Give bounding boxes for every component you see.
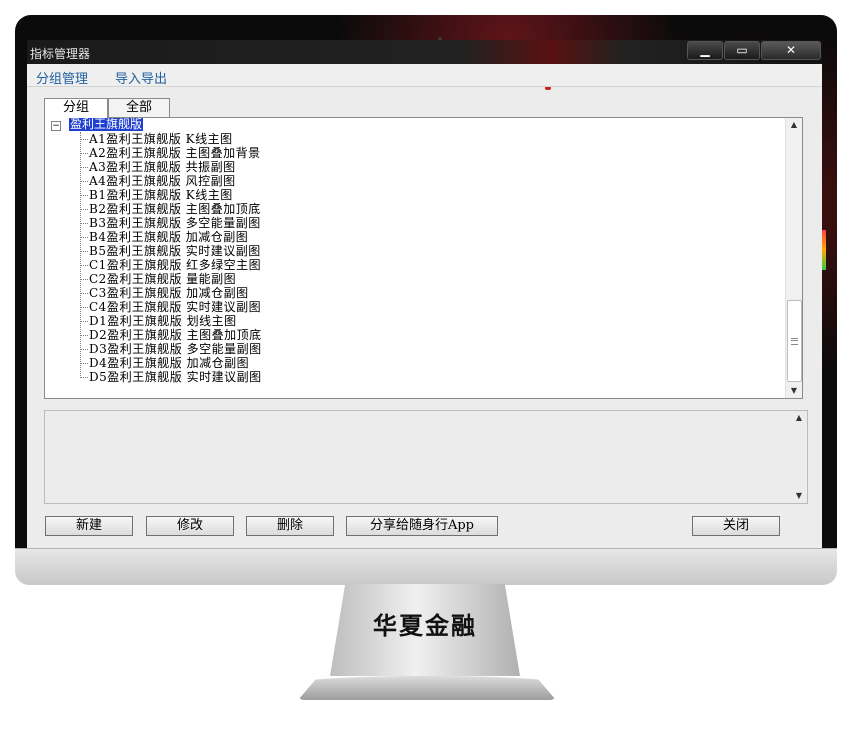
title-bar[interactable]: 指标管理器 ▁ ▭ ✕ <box>27 40 822 90</box>
tree-root-label[interactable]: 盈利王旗舰版 <box>69 118 144 131</box>
menu-group-management[interactable]: 分组管理 <box>36 68 88 87</box>
description-box[interactable]: ▲ ▼ <box>44 410 808 504</box>
share-to-app-button[interactable]: 分享给随身行App <box>346 516 498 536</box>
menu-bar: 分组管理 导入导出 <box>27 64 822 87</box>
edit-button[interactable]: 修改 <box>146 516 234 536</box>
close-window-button[interactable]: ✕ <box>761 41 821 60</box>
description-scrollbar[interactable]: ▲ ▼ <box>791 411 807 503</box>
monitor-chin <box>15 548 837 585</box>
menu-import-export[interactable]: 导入导出 <box>115 68 167 87</box>
tree-scrollbar[interactable]: ▲ ▼ <box>785 118 802 398</box>
collapse-icon[interactable]: − <box>51 121 61 131</box>
indicator-manager-window: 指标管理器 ▁ ▭ ✕ 分组管理 导入导出 分组 全部 − 盈利王旗舰版 A1盈… <box>27 40 822 548</box>
scroll-down-arrow-icon[interactable]: ▼ <box>786 384 802 398</box>
scrollbar-thumb[interactable] <box>787 300 802 382</box>
minimize-button[interactable]: ▁ <box>687 41 723 60</box>
brand-label: 华夏金融 <box>373 611 477 640</box>
scroll-up-arrow-icon[interactable]: ▲ <box>791 411 807 425</box>
window-title: 指标管理器 <box>30 47 91 61</box>
tab-group[interactable]: 分组 <box>44 98 108 118</box>
new-button[interactable]: 新建 <box>45 516 133 536</box>
tab-all[interactable]: 全部 <box>108 98 170 117</box>
wallpaper-light-strip <box>822 230 826 270</box>
tree-connector <box>80 132 81 378</box>
maximize-button[interactable]: ▭ <box>724 41 760 60</box>
indicator-tree: − 盈利王旗舰版 A1盈利王旗舰版 K线主图 A2盈利王旗舰版 主图叠加背景 A… <box>44 117 803 399</box>
scroll-down-arrow-icon[interactable]: ▼ <box>791 489 807 503</box>
scroll-up-arrow-icon[interactable]: ▲ <box>786 118 802 132</box>
monitor-stand-base <box>298 676 556 700</box>
delete-button[interactable]: 删除 <box>246 516 334 536</box>
close-button[interactable]: 关闭 <box>692 516 780 536</box>
